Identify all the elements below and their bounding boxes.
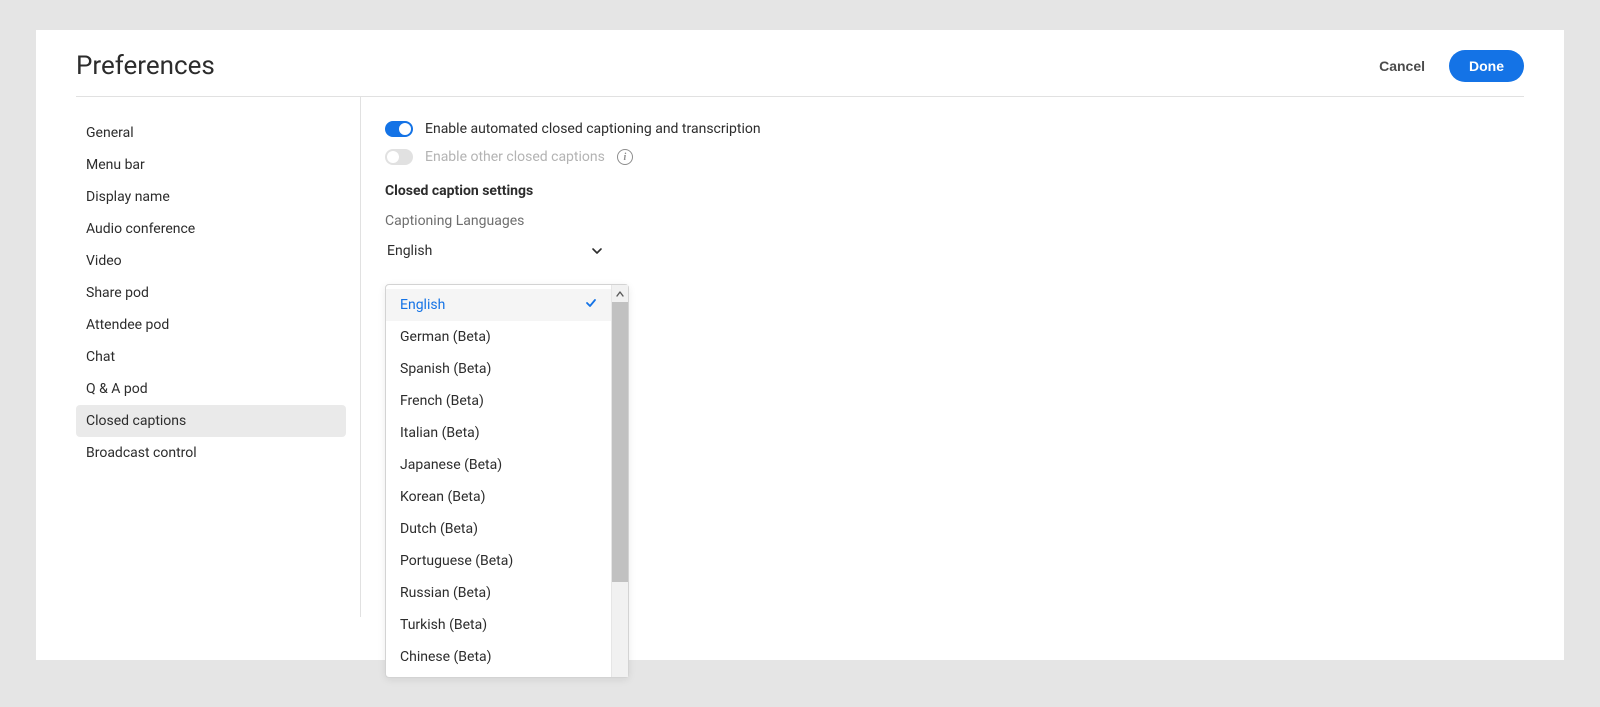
enable-other-cc-toggle [385,149,413,165]
sidebar-item-label: Audio conference [86,221,195,237]
language-option[interactable]: German (Beta) [386,321,611,353]
language-option[interactable]: Korean (Beta) [386,481,611,513]
sidebar-item-closed-captions[interactable]: Closed captions [76,405,346,437]
language-option-label: Dutch (Beta) [400,521,478,537]
check-icon [585,297,597,313]
sidebar-item-video[interactable]: Video [76,245,346,277]
language-option[interactable]: Turkish (Beta) [386,609,611,641]
toggle-knob [387,151,399,163]
select-value: English [387,243,432,259]
language-option-label: Russian (Beta) [400,585,491,601]
sidebar-item-attendee-pod[interactable]: Attendee pod [76,309,346,341]
sidebar-item-label: Broadcast control [86,445,197,461]
language-option-label: Chinese (Beta) [400,649,492,665]
toggle-knob [399,123,411,135]
main-panel: Enable automated closed captioning and t… [361,97,1564,617]
info-icon[interactable]: i [617,149,633,165]
header-actions: Cancel Done [1379,50,1524,82]
sidebar-item-share-pod[interactable]: Share pod [76,277,346,309]
sidebar-item-display-name[interactable]: Display name [76,181,346,213]
cancel-button[interactable]: Cancel [1379,58,1425,74]
language-option[interactable]: Spanish (Beta) [386,353,611,385]
sidebar-item-label: Share pod [86,285,149,301]
language-option-label: Korean (Beta) [400,489,485,505]
language-option-label: English [400,297,445,313]
language-option[interactable]: Italian (Beta) [386,417,611,449]
sidebar: General Menu bar Display name Audio confere… [76,97,361,617]
language-option[interactable]: Dutch (Beta) [386,513,611,545]
sidebar-item-general[interactable]: General [76,117,346,149]
scroll-up-arrow-icon[interactable] [612,285,628,302]
sidebar-item-label: Menu bar [86,157,145,173]
captioning-language-select[interactable]: English [385,239,605,263]
captioning-languages-label: Captioning Languages [385,213,1564,229]
sidebar-item-label: Video [86,253,122,269]
sidebar-item-label: Closed captions [86,413,186,429]
language-option-label: French (Beta) [400,393,484,409]
language-option[interactable]: Portuguese (Beta) [386,545,611,577]
enable-other-cc-label: Enable other closed captions [425,149,605,165]
language-option-label: Turkish (Beta) [400,617,487,633]
dropdown-list: English German (Beta) Spanish (Beta) French… [386,285,611,677]
scroll-track-remainder[interactable] [612,582,628,677]
chevron-down-icon [591,245,603,257]
page-title: Preferences [76,51,215,81]
language-option[interactable]: Russian (Beta) [386,577,611,609]
enable-other-cc-row: Enable other closed captions i [385,149,1564,165]
sidebar-item-qa-pod[interactable]: Q & A pod [76,373,346,405]
sidebar-item-broadcast-control[interactable]: Broadcast control [76,437,346,469]
preferences-window: Preferences Cancel Done General Menu bar D… [36,30,1564,660]
sidebar-item-label: General [86,125,134,141]
sidebar-item-menu-bar[interactable]: Menu bar [76,149,346,181]
language-option-label: Portuguese (Beta) [400,553,513,569]
sidebar-item-label: Display name [86,189,170,205]
enable-auto-cc-label: Enable automated closed captioning and t… [425,121,761,137]
language-option[interactable]: Japanese (Beta) [386,449,611,481]
sidebar-item-label: Q & A pod [86,381,148,397]
sidebar-item-label: Chat [86,349,115,365]
done-button[interactable]: Done [1449,50,1524,82]
enable-auto-cc-toggle[interactable] [385,121,413,137]
language-option-label: German (Beta) [400,329,491,345]
language-option[interactable]: French (Beta) [386,385,611,417]
sidebar-item-audio-conference[interactable]: Audio conference [76,213,346,245]
language-option-label: Japanese (Beta) [400,457,502,473]
header: Preferences Cancel Done [36,30,1564,96]
language-option-label: Spanish (Beta) [400,361,491,377]
scroll-thumb[interactable] [612,302,628,582]
language-option[interactable]: Chinese (Beta) [386,641,611,673]
cc-settings-heading: Closed caption settings [385,183,1564,199]
sidebar-item-label: Attendee pod [86,317,169,333]
language-option[interactable]: English [386,289,611,321]
enable-auto-cc-row: Enable automated closed captioning and t… [385,121,1564,137]
scrollbar[interactable] [611,285,628,677]
sidebar-item-chat[interactable]: Chat [76,341,346,373]
captioning-language-dropdown: English German (Beta) Spanish (Beta) French… [385,284,629,678]
body: General Menu bar Display name Audio confere… [36,97,1564,617]
language-option-label: Italian (Beta) [400,425,480,441]
